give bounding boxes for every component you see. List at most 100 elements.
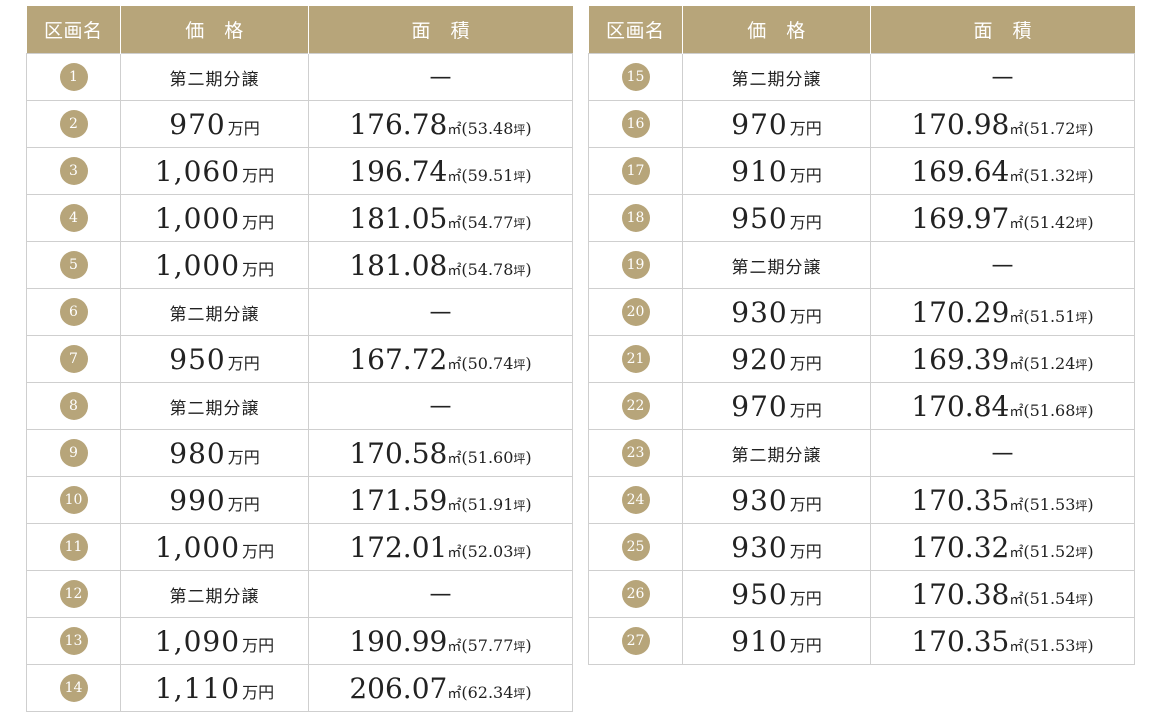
lot-cell: 11 bbox=[26, 523, 121, 571]
price-cell: 950 万円 bbox=[682, 194, 871, 242]
area-cell: — bbox=[870, 53, 1135, 101]
price-cell: 980 万円 bbox=[120, 429, 309, 477]
area-sqm-value: 170.58 bbox=[349, 436, 448, 470]
lot-number-badge: 26 bbox=[621, 580, 650, 608]
header-lot: 区画名 bbox=[26, 6, 121, 54]
area-tsubo-value: 51.72 bbox=[1029, 118, 1076, 138]
area-cell: 169.97㎡(51.42坪) bbox=[870, 194, 1135, 242]
lot-cell: 22 bbox=[588, 382, 683, 430]
tsubo-unit: 坪 bbox=[513, 639, 526, 654]
area-cell: 167.72㎡(50.74坪) bbox=[308, 335, 573, 383]
area-cell: 196.74㎡(59.51坪) bbox=[308, 147, 573, 195]
lot-cell: 8 bbox=[26, 382, 121, 430]
lot-number-badge: 21 bbox=[621, 345, 650, 373]
price-cell: 1,000 万円 bbox=[120, 523, 309, 571]
tsubo-unit: 坪 bbox=[1075, 592, 1088, 607]
tsubo-close-paren: ) bbox=[525, 212, 532, 232]
lot-number-badge: 1 bbox=[59, 63, 88, 91]
lot-cell: 15 bbox=[588, 53, 683, 101]
area-sqm-value: 170.38 bbox=[911, 577, 1010, 611]
area-sqm-value: 169.64 bbox=[911, 154, 1010, 188]
price-cell: 1,110 万円 bbox=[120, 664, 309, 712]
area-dash: — bbox=[991, 252, 1014, 278]
lot-cell: 3 bbox=[26, 147, 121, 195]
sqm-unit: ㎡ bbox=[447, 168, 462, 185]
price-cell: 970 万円 bbox=[682, 100, 871, 148]
table-header-row: 区画名 価 格 面 積 bbox=[588, 6, 1135, 54]
price-cell: 第二期分譲 bbox=[120, 53, 309, 101]
lot-number-badge: 6 bbox=[59, 298, 88, 326]
price-unit: 万円 bbox=[789, 400, 822, 420]
sqm-unit: ㎡ bbox=[1009, 591, 1024, 608]
header-area: 面 積 bbox=[870, 6, 1135, 54]
area-cell: 181.05㎡(54.77坪) bbox=[308, 194, 573, 242]
area-dash: — bbox=[429, 64, 452, 90]
price-unit: 万円 bbox=[242, 635, 275, 655]
area-dash: — bbox=[429, 393, 452, 419]
area-sqm-value: 170.35 bbox=[911, 483, 1010, 517]
lot-table-left: 区画名 価 格 面 積 1 第二期分譲 —2 970 万円 176.78㎡(53.48坪)… bbox=[26, 6, 573, 712]
price-cell: 第二期分譲 bbox=[682, 53, 871, 101]
table-row: 11 1,000 万円 172.01㎡(52.03坪) bbox=[26, 523, 573, 571]
lot-number-badge: 20 bbox=[621, 298, 650, 326]
area-dash: — bbox=[429, 581, 452, 607]
price-value: 930 bbox=[731, 530, 788, 564]
table-row: 21 920 万円 169.39㎡(51.24坪) bbox=[588, 335, 1135, 383]
lot-cell: 7 bbox=[26, 335, 121, 383]
tsubo-close-paren: ) bbox=[1087, 165, 1094, 185]
area-sqm-value: 196.74 bbox=[349, 154, 448, 188]
price-unit: 万円 bbox=[227, 353, 260, 373]
tsubo-close-paren: ) bbox=[1087, 635, 1094, 655]
table-header-row: 区画名 価 格 面 積 bbox=[26, 6, 573, 54]
tsubo-close-paren: ) bbox=[525, 447, 532, 467]
area-tsubo-value: 51.60 bbox=[467, 447, 514, 467]
price-value: 920 bbox=[731, 342, 788, 376]
price-cell: 第二期分譲 bbox=[682, 429, 871, 477]
sqm-unit: ㎡ bbox=[1009, 309, 1024, 326]
area-sqm-value: 181.08 bbox=[349, 248, 448, 282]
lot-cell: 18 bbox=[588, 194, 683, 242]
area-tsubo-value: 51.42 bbox=[1029, 212, 1076, 232]
price-value: 990 bbox=[169, 483, 226, 517]
tsubo-unit: 坪 bbox=[513, 263, 526, 278]
price-unit: 万円 bbox=[242, 165, 275, 185]
lot-number-badge: 17 bbox=[621, 157, 650, 185]
sqm-unit: ㎡ bbox=[1009, 168, 1024, 185]
sqm-unit: ㎡ bbox=[447, 215, 462, 232]
area-sqm-value: 176.78 bbox=[349, 107, 448, 141]
tsubo-unit: 坪 bbox=[513, 357, 526, 372]
table-row: 27 910 万円 170.35㎡(51.53坪) bbox=[588, 617, 1135, 665]
lot-number-badge: 10 bbox=[59, 486, 88, 514]
price-unit: 万円 bbox=[242, 541, 275, 561]
sqm-unit: ㎡ bbox=[447, 121, 462, 138]
second-phase-label: 第二期分譲 bbox=[731, 445, 822, 466]
area-cell: 170.32㎡(51.52坪) bbox=[870, 523, 1135, 571]
lot-cell: 20 bbox=[588, 288, 683, 336]
price-value: 950 bbox=[169, 342, 226, 376]
area-tsubo-value: 51.53 bbox=[1029, 494, 1076, 514]
price-value: 980 bbox=[169, 436, 226, 470]
area-tsubo-value: 51.53 bbox=[1029, 635, 1076, 655]
price-value: 1,000 bbox=[154, 248, 241, 282]
lot-number-badge: 3 bbox=[59, 157, 88, 185]
price-unit: 万円 bbox=[789, 212, 822, 232]
table-row: 1 第二期分譲 — bbox=[26, 53, 573, 101]
lot-cell: 26 bbox=[588, 570, 683, 618]
area-sqm-value: 167.72 bbox=[349, 342, 448, 376]
table-row: 26 950 万円 170.38㎡(51.54坪) bbox=[588, 570, 1135, 618]
area-sqm-value: 170.29 bbox=[911, 295, 1010, 329]
area-cell: 176.78㎡(53.48坪) bbox=[308, 100, 573, 148]
lot-table-right: 区画名 価 格 面 積 15 第二期分譲 —16 970 万円 170.98㎡(51.72… bbox=[588, 6, 1135, 665]
area-cell: — bbox=[870, 429, 1135, 477]
table-row: 7 950 万円 167.72㎡(50.74坪) bbox=[26, 335, 573, 383]
tsubo-unit: 坪 bbox=[1075, 122, 1088, 137]
area-cell: — bbox=[308, 570, 573, 618]
lot-cell: 1 bbox=[26, 53, 121, 101]
sqm-unit: ㎡ bbox=[447, 450, 462, 467]
price-cell: 1,090 万円 bbox=[120, 617, 309, 665]
tsubo-unit: 坪 bbox=[513, 122, 526, 137]
area-tsubo-value: 51.91 bbox=[467, 494, 514, 514]
price-value: 1,110 bbox=[154, 671, 241, 705]
lot-cell: 19 bbox=[588, 241, 683, 289]
tsubo-close-paren: ) bbox=[1087, 400, 1094, 420]
